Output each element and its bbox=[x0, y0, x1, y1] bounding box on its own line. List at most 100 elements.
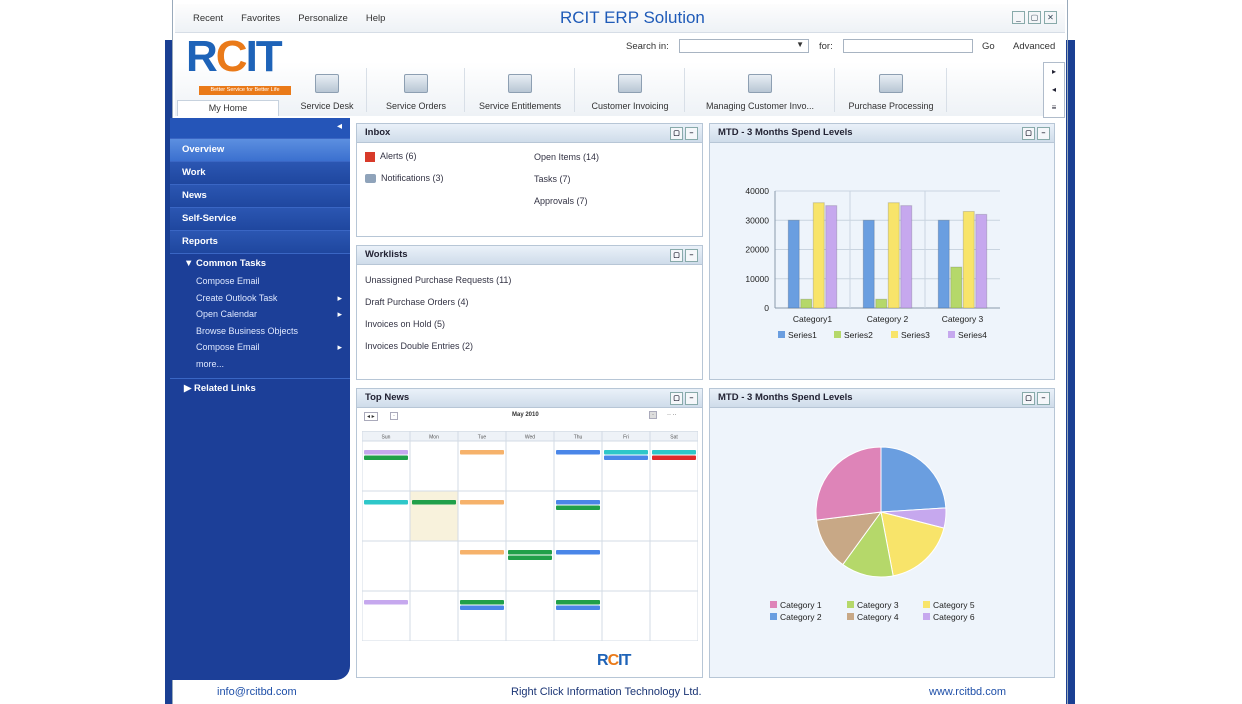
collapse-sidebar-icon[interactable]: ◂ bbox=[337, 121, 342, 132]
sidebar-item-news[interactable]: News bbox=[170, 184, 350, 207]
legend-swatch bbox=[834, 331, 841, 338]
panel-restore-button[interactable]: ▢ bbox=[670, 392, 683, 405]
legend-label: Category 3 bbox=[857, 600, 899, 610]
sidebar-item-overview[interactable]: Overview bbox=[170, 138, 350, 161]
calendar-event bbox=[364, 455, 408, 460]
tasks-link[interactable]: Tasks (7) bbox=[534, 174, 571, 184]
panel-minimize-button[interactable]: – bbox=[1037, 127, 1050, 140]
menu-recent[interactable]: Recent bbox=[193, 13, 223, 24]
panel-minimize-button[interactable]: – bbox=[685, 127, 698, 140]
menu-help[interactable]: Help bbox=[366, 13, 386, 24]
calendar-event bbox=[556, 505, 600, 510]
restore-button[interactable]: ▢ bbox=[1028, 11, 1041, 24]
x-tick-label: Category 3 bbox=[942, 314, 984, 324]
x-tick-label: Category1 bbox=[793, 314, 832, 324]
task-more[interactable]: more... bbox=[170, 356, 350, 373]
go-button[interactable]: Go bbox=[982, 41, 995, 52]
bar bbox=[825, 205, 838, 309]
expand-down-icon: ▼ bbox=[184, 258, 197, 269]
panel-restore-button[interactable]: ▢ bbox=[1022, 127, 1035, 140]
open-items-link[interactable]: Open Items (14) bbox=[534, 152, 599, 162]
search-in-select[interactable]: ▼ bbox=[679, 39, 809, 53]
sidebar-item-work[interactable]: Work bbox=[170, 161, 350, 184]
nav-my-home[interactable]: My Home bbox=[177, 100, 279, 116]
approvals-link[interactable]: Approvals (7) bbox=[534, 196, 588, 206]
legend-swatch bbox=[770, 601, 777, 608]
notifications-link[interactable]: Notifications (3) bbox=[365, 173, 444, 184]
bar bbox=[962, 210, 975, 309]
folder-icon bbox=[879, 74, 903, 93]
minimize-button[interactable]: _ bbox=[1012, 11, 1025, 24]
calendar-today-button[interactable]: · bbox=[390, 412, 398, 420]
bar bbox=[887, 202, 900, 309]
footer-email-link[interactable]: info@rcitbd.com bbox=[217, 686, 297, 698]
calendar-event bbox=[412, 500, 456, 505]
folder-icon bbox=[404, 74, 428, 93]
day-header: Thu bbox=[574, 435, 583, 441]
footer-company-name: Right Click Information Technology Ltd. bbox=[511, 686, 702, 698]
menu-personalize[interactable]: Personalize bbox=[298, 13, 348, 24]
panel-restore-button[interactable]: ▢ bbox=[670, 127, 683, 140]
bar bbox=[950, 266, 963, 309]
legend-label: Series4 bbox=[958, 330, 987, 340]
legend-label: Category 4 bbox=[857, 612, 899, 622]
related-links-header[interactable]: ▶ Related Links bbox=[170, 378, 350, 398]
title-bar: Recent Favorites Personalize Help RCIT E… bbox=[175, 4, 1065, 33]
calendar-event bbox=[460, 550, 504, 555]
notification-icon bbox=[365, 174, 376, 184]
scroll-right-icon[interactable]: ▸ bbox=[1044, 63, 1064, 81]
sidebar: ◂ Overview Work News Self-Service Report… bbox=[170, 118, 350, 680]
y-tick-label: 20000 bbox=[745, 245, 769, 255]
legend-swatch bbox=[847, 601, 854, 608]
panel-restore-button[interactable]: ▢ bbox=[670, 249, 683, 262]
panel-minimize-button[interactable]: – bbox=[1037, 392, 1050, 405]
app-title: RCIT ERP Solution bbox=[560, 8, 705, 27]
nav-managing-customer-invoices[interactable]: Managing Customer Invo... bbox=[685, 62, 835, 116]
footer-website-link[interactable]: www.rcitbd.com bbox=[929, 686, 1006, 698]
nav-service-orders[interactable]: Service Orders bbox=[367, 62, 465, 116]
task-create-outlook-task[interactable]: Create Outlook Task ▸ bbox=[170, 290, 350, 307]
calendar-view-month-button[interactable]: · bbox=[649, 411, 657, 419]
task-compose-email-2[interactable]: Compose Email ▸ bbox=[170, 339, 350, 356]
nav-menu-icon[interactable]: ≡ bbox=[1044, 99, 1064, 117]
bar bbox=[812, 202, 825, 309]
calendar-grid: Sun Mon Tue Wed Thu Fri Sat bbox=[362, 431, 698, 641]
bar bbox=[787, 219, 800, 309]
pie-slice bbox=[880, 446, 947, 513]
nav-customer-invoicing[interactable]: Customer Invoicing bbox=[575, 62, 685, 116]
task-browse-business-objects[interactable]: Browse Business Objects bbox=[170, 323, 350, 340]
task-open-calendar[interactable]: Open Calendar ▸ bbox=[170, 306, 350, 323]
calendar-prev-button[interactable]: ◂ ▸ bbox=[364, 412, 378, 421]
worklist-item[interactable]: Draft Purchase Orders (4) bbox=[365, 297, 469, 307]
calendar-event bbox=[460, 450, 504, 455]
day-header: Mon bbox=[429, 435, 439, 441]
advanced-search-link[interactable]: Advanced bbox=[1013, 41, 1055, 52]
calendar-view-buttons[interactable]: ·· ·· bbox=[667, 412, 677, 418]
worklist-item[interactable]: Unassigned Purchase Requests (11) bbox=[365, 275, 511, 285]
calendar-event bbox=[556, 550, 600, 555]
sidebar-item-reports[interactable]: Reports bbox=[170, 230, 350, 253]
panel-restore-button[interactable]: ▢ bbox=[1022, 392, 1035, 405]
nav-purchase-processing[interactable]: Purchase Processing bbox=[835, 62, 947, 116]
nav-service-entitlements[interactable]: Service Entitlements bbox=[465, 62, 575, 116]
worklist-item[interactable]: Invoices Double Entries (2) bbox=[365, 341, 473, 351]
x-tick-label: Category 2 bbox=[867, 314, 909, 324]
sidebar-item-self-service[interactable]: Self-Service bbox=[170, 207, 350, 230]
search-input[interactable] bbox=[843, 39, 973, 53]
panel-minimize-button[interactable]: – bbox=[685, 249, 698, 262]
menu-favorites[interactable]: Favorites bbox=[241, 13, 280, 24]
top-news-title: Top News bbox=[365, 392, 410, 403]
alerts-link[interactable]: Alerts (6) bbox=[365, 151, 417, 162]
worklist-item[interactable]: Invoices on Hold (5) bbox=[365, 319, 445, 329]
common-tasks-header[interactable]: ▼ Common Tasks bbox=[170, 253, 350, 273]
nav-service-desk[interactable]: Service Desk bbox=[287, 62, 367, 116]
scroll-left-icon[interactable]: ◂ bbox=[1044, 81, 1064, 99]
close-button[interactable]: ✕ bbox=[1044, 11, 1057, 24]
for-label: for: bbox=[819, 41, 833, 52]
legend-swatch bbox=[778, 331, 785, 338]
panel-minimize-button[interactable]: – bbox=[685, 392, 698, 405]
task-compose-email[interactable]: Compose Email bbox=[170, 273, 350, 290]
calendar-event bbox=[460, 500, 504, 505]
chevron-right-icon: ▸ bbox=[337, 342, 342, 352]
search-in-label: Search in: bbox=[626, 41, 669, 52]
